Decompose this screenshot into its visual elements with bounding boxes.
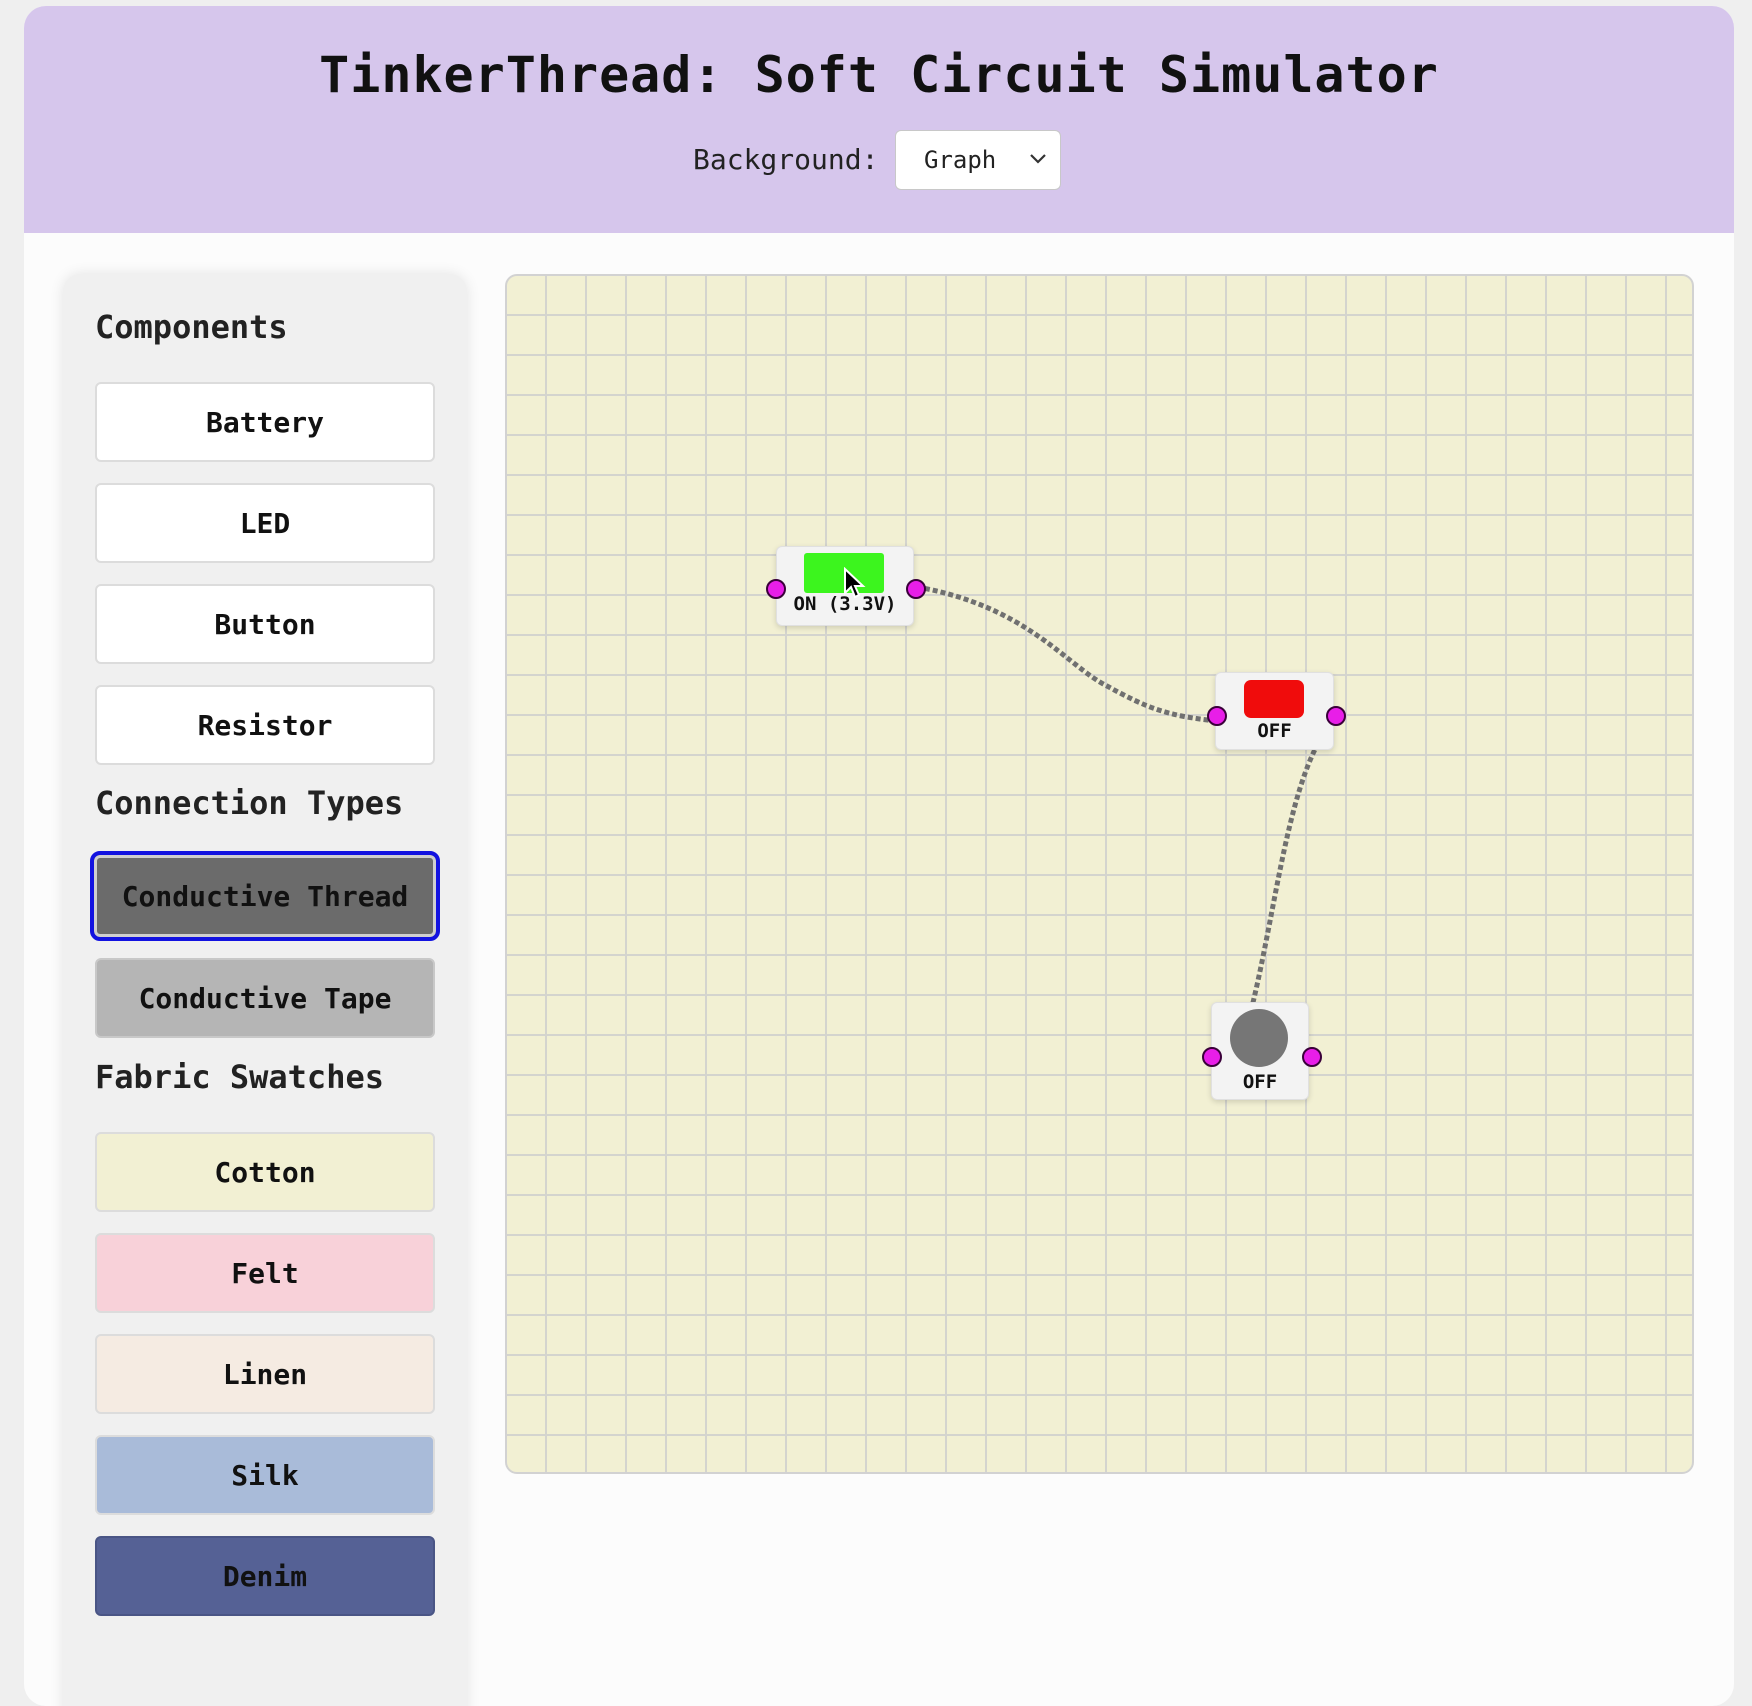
component-resistor-button[interactable]: Resistor [95,685,435,765]
components-title: Components [95,308,288,346]
component-button-button[interactable]: Button [95,584,435,664]
app-window: TinkerThread: Soft Circuit Simulator Bac… [24,6,1734,1706]
battery-component[interactable]: ON (3.3V) [776,546,914,626]
circuit-canvas[interactable]: ON (3.3V) OFF OFF [505,274,1694,1474]
connection-types-title: Connection Types [95,784,404,822]
conductive-tape-button[interactable]: Conductive Tape [95,958,435,1038]
conductive-thread-button[interactable]: Conductive Thread [90,851,440,941]
led-indicator [1244,680,1304,718]
header: TinkerThread: Soft Circuit Simulator Bac… [24,6,1734,233]
push-button-component[interactable]: OFF [1211,1002,1309,1100]
page-title: TinkerThread: Soft Circuit Simulator [319,46,1439,104]
fabric-denim-button[interactable]: Denim [95,1536,435,1616]
led-pin-anode[interactable] [1207,706,1227,726]
background-select-value: Graph [924,146,997,174]
button-indicator [1230,1009,1288,1067]
background-select[interactable]: Graph [895,130,1061,190]
component-battery-button[interactable]: Battery [95,382,435,462]
wire-layer [916,584,1339,1094]
battery-pin-negative[interactable] [766,579,786,599]
fabric-cotton-button[interactable]: Cotton [95,1132,435,1212]
thread-wire-battery-led[interactable] [916,584,1218,724]
button-pin-right[interactable] [1302,1047,1322,1067]
button-status: OFF [1242,1071,1278,1093]
mouse-cursor-icon [844,567,866,599]
fabric-felt-button[interactable]: Felt [95,1233,435,1313]
chevron-down-icon [1030,154,1046,164]
background-label: Background: [693,143,879,176]
fabric-silk-button[interactable]: Silk [95,1435,435,1515]
button-pin-left[interactable] [1202,1047,1222,1067]
led-status: OFF [1257,720,1292,742]
component-led-button[interactable]: LED [95,483,435,563]
battery-pin-positive[interactable] [906,579,926,599]
led-component[interactable]: OFF [1215,672,1334,750]
sidebar: Components Battery LED Button Resistor C… [63,274,467,1706]
fabric-linen-button[interactable]: Linen [95,1334,435,1414]
led-pin-cathode[interactable] [1326,706,1346,726]
fabric-swatches-title: Fabric Swatches [95,1058,384,1096]
